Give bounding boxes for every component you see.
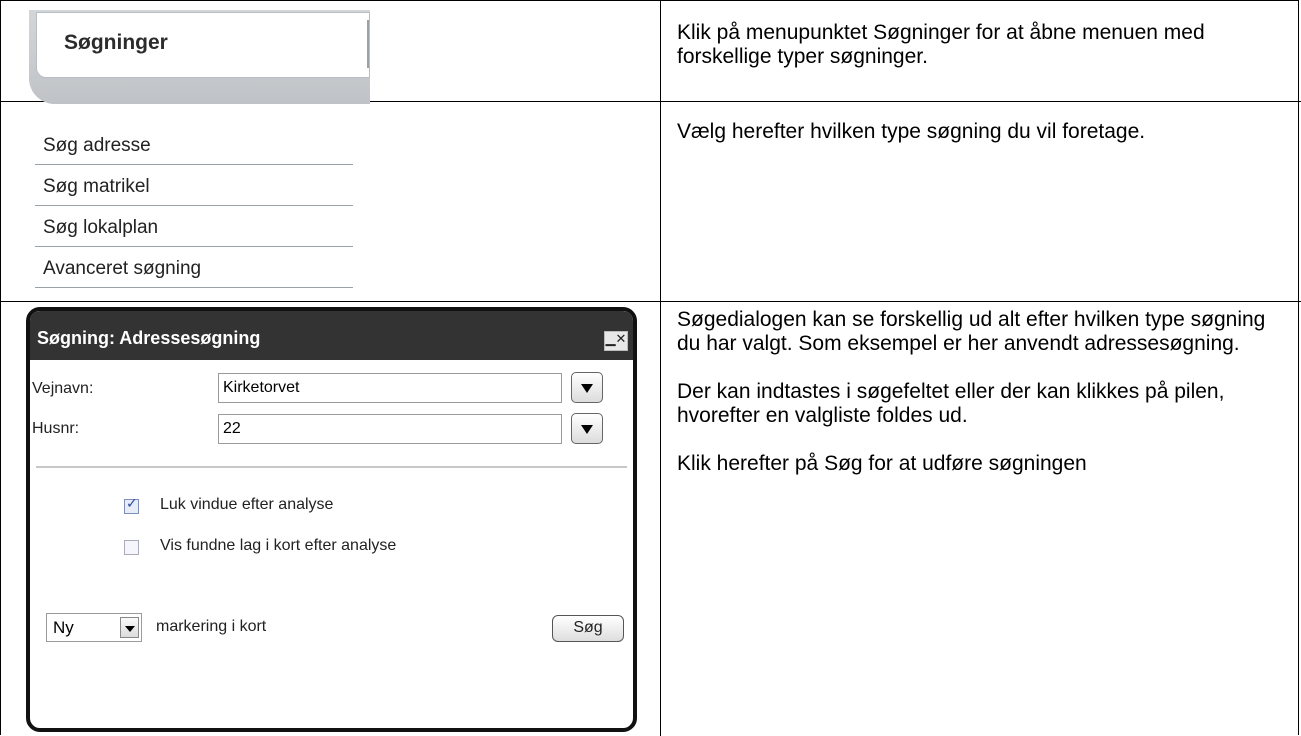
vis-fundne-lag-label: Vis fundne lag i kort efter analyse <box>160 537 397 554</box>
column-divider <box>660 0 661 736</box>
vejnavn-input[interactable]: Kirketorvet <box>218 373 562 403</box>
husnr-input[interactable]: 22 <box>218 414 562 444</box>
vejnavn-dropdown-arrow-icon[interactable] <box>571 372 603 403</box>
submenu-item-sog-lokalplan[interactable]: Søg lokalplan <box>35 206 353 247</box>
vis-fundne-lag-checkbox[interactable] <box>124 540 139 555</box>
mode-label: markering i kort <box>156 618 267 635</box>
search-button[interactable]: Søg <box>552 615 624 642</box>
instruction-step-3-text-1: Søgedialogen kan se forskellig ud alt ef… <box>677 308 1266 355</box>
instruction-step-1-text: Klik på menupunktet Søgninger for at åbn… <box>677 21 1205 68</box>
luk-vindue-label: Luk vindue efter analyse <box>160 496 334 513</box>
instruction-step-3-text-3: Klik herefter på Søg for at udføre søgni… <box>677 452 1087 475</box>
search-submenu: Søg adresse Søg matrikel Søg lokalplan A… <box>35 124 353 288</box>
dialog-title: Søgning: Adressesøgning <box>37 328 261 348</box>
vejnavn-label: Vejnavn: <box>32 380 94 397</box>
mode-select-arrow-icon[interactable] <box>120 617 139 638</box>
submenu-item-avanceret-sogning[interactable]: Avanceret søgning <box>35 247 353 288</box>
mode-select[interactable]: Ny <box>46 613 142 642</box>
dialog-divider <box>36 466 627 468</box>
menu-item-sogninger-label: Søgninger <box>64 31 168 54</box>
mode-select-value: Ny <box>53 618 74 637</box>
husnr-dropdown-arrow-icon[interactable] <box>571 413 603 444</box>
row-divider-2 <box>0 301 1301 302</box>
dialog-titlebar[interactable]: Søgning: Adressesøgning ▁✕ <box>30 311 633 360</box>
husnr-label: Husnr: <box>32 420 80 437</box>
luk-vindue-checkbox[interactable] <box>124 496 139 514</box>
minimize-close-icon[interactable]: ▁✕ <box>604 331 628 351</box>
submenu-item-sog-matrikel[interactable]: Søg matrikel <box>35 165 353 206</box>
menu-separator <box>367 20 369 68</box>
instruction-step-1: Klik på menupunktet Søgninger for at åbn… <box>677 21 1287 69</box>
submenu-item-sog-adresse[interactable]: Søg adresse <box>35 124 353 165</box>
instruction-step-3-text-2: Der kan indtastes i søgefeltet eller der… <box>677 380 1225 427</box>
instruction-step-2-text: Vælg herefter hvilken type søgning du vi… <box>677 120 1146 143</box>
instruction-step-2: Vælg herefter hvilken type søgning du vi… <box>677 120 1287 144</box>
search-dialog: Søgning: Adressesøgning ▁✕ Vejnavn: Kirk… <box>26 307 637 732</box>
instruction-step-3: Søgedialogen kan se forskellig ud alt ef… <box>677 308 1287 476</box>
